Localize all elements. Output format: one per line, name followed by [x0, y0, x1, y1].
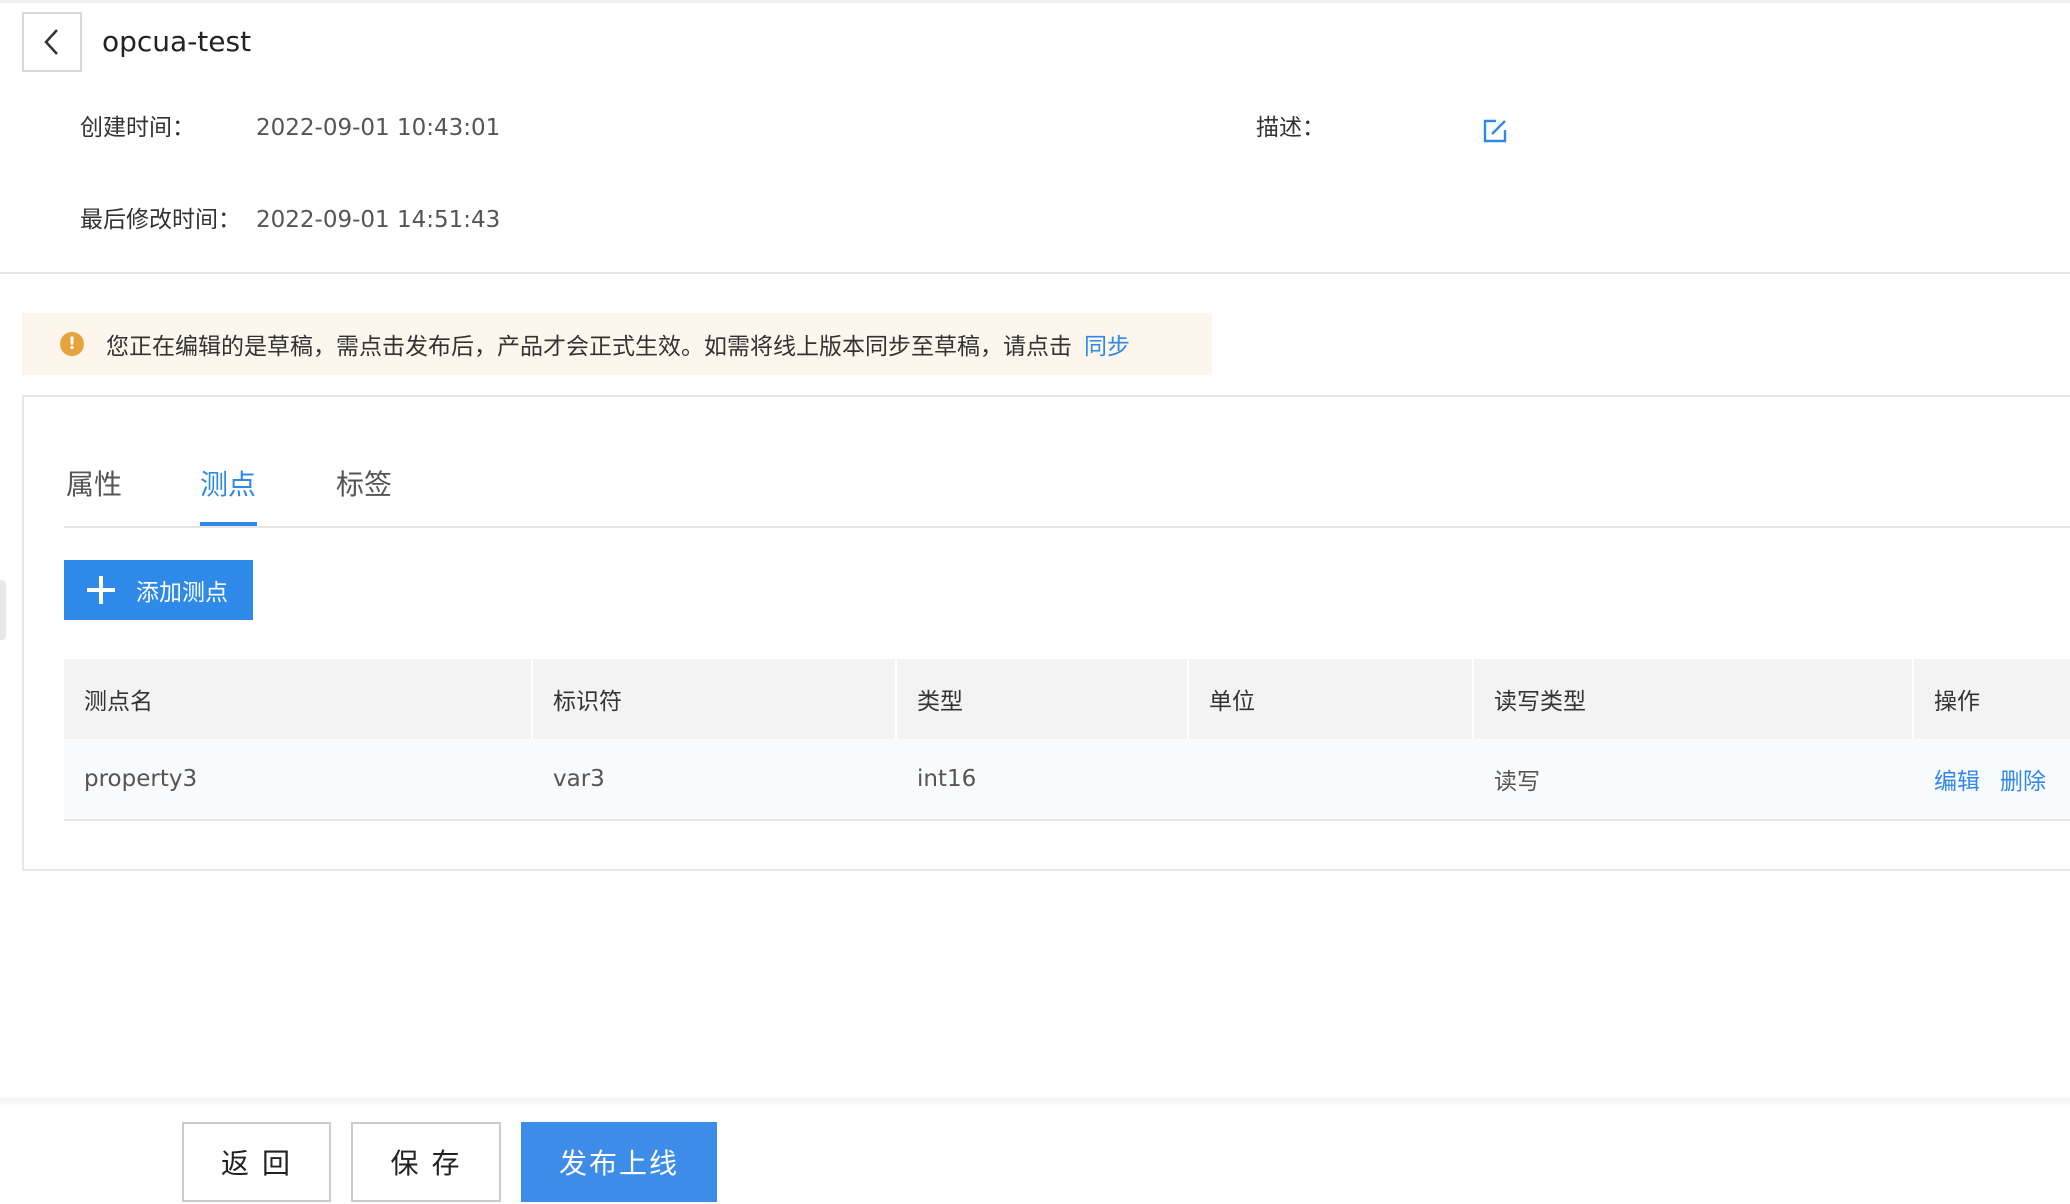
- cell-actions: 编辑 删除: [1914, 739, 2070, 819]
- back-arrow-button[interactable]: [22, 12, 82, 72]
- tab-points[interactable]: 测点: [200, 465, 256, 505]
- column-header-unit: 单位: [1189, 659, 1474, 739]
- side-panel-handle[interactable]: [0, 580, 6, 640]
- column-header-actions: 操作: [1914, 659, 2070, 739]
- cell-identifier: var3: [553, 766, 605, 792]
- alert-message: 您正在编辑的是草稿，需点击发布后，产品才会正式生效。如需将线上版本同步至草稿，请…: [106, 334, 1072, 360]
- created-time-value: 2022-09-01 10:43:01: [256, 115, 501, 141]
- header-divider: [0, 272, 2070, 274]
- tab-properties[interactable]: 属性: [66, 465, 122, 505]
- created-time-label: 创建时间：: [80, 115, 195, 141]
- table-header: 测点名 标识符 类型 单位 读写类型 操作: [64, 659, 2070, 739]
- save-button[interactable]: 保 存: [351, 1122, 501, 1202]
- page: opcua-test 创建时间： 2022-09-01 10:43:01 描述：…: [0, 0, 2070, 1204]
- warning-icon: !: [60, 332, 84, 356]
- footer-divider: [0, 1098, 2070, 1108]
- column-header-type: 类型: [897, 659, 1189, 739]
- delete-link[interactable]: 删除: [2000, 762, 2046, 796]
- top-divider: [0, 0, 2070, 3]
- edit-icon: [1483, 119, 1507, 143]
- active-tab-indicator: [200, 522, 257, 526]
- chevron-left-icon: [44, 29, 58, 55]
- column-header-rw-type: 读写类型: [1474, 659, 1914, 739]
- tabs-divider: [64, 526, 2070, 528]
- tab-tags[interactable]: 标签: [336, 465, 392, 505]
- cell-rw-type: 读写: [1494, 769, 1540, 795]
- modified-time-label: 最后修改时间：: [80, 207, 241, 233]
- column-header-identifier: 标识符: [533, 659, 897, 739]
- page-title: opcua-test: [102, 25, 252, 58]
- sync-link[interactable]: 同步: [1084, 327, 1130, 361]
- draft-alert: ! 您正在编辑的是草稿，需点击发布后，产品才会正式生效。如需将线上版本同步至草稿…: [22, 313, 1212, 375]
- column-header-name: 测点名: [64, 659, 533, 739]
- add-point-label: 添加测点: [136, 580, 228, 606]
- plus-icon: [86, 575, 116, 605]
- table-row: property3 var3 int16 读写 编辑 删除: [64, 739, 2070, 821]
- cell-type: int16: [917, 766, 977, 792]
- cell-unit: [1189, 739, 1474, 819]
- add-point-button[interactable]: 添加测点: [64, 560, 253, 620]
- publish-button[interactable]: 发布上线: [521, 1122, 717, 1202]
- return-button[interactable]: 返 回: [182, 1122, 331, 1202]
- content-card: 属性 测点 标签 添加测点 测点名 标识符 类型 单位 读写类型 操作 prop…: [22, 395, 2070, 871]
- description-label: 描述：: [1256, 115, 1325, 141]
- modified-time-value: 2022-09-01 14:51:43: [256, 207, 501, 233]
- points-table: 测点名 标识符 类型 单位 读写类型 操作 property3 var3 int…: [64, 659, 2070, 821]
- edit-description-button[interactable]: [1480, 116, 1510, 146]
- cell-name: property3: [84, 766, 198, 792]
- edit-link[interactable]: 编辑: [1934, 762, 1980, 796]
